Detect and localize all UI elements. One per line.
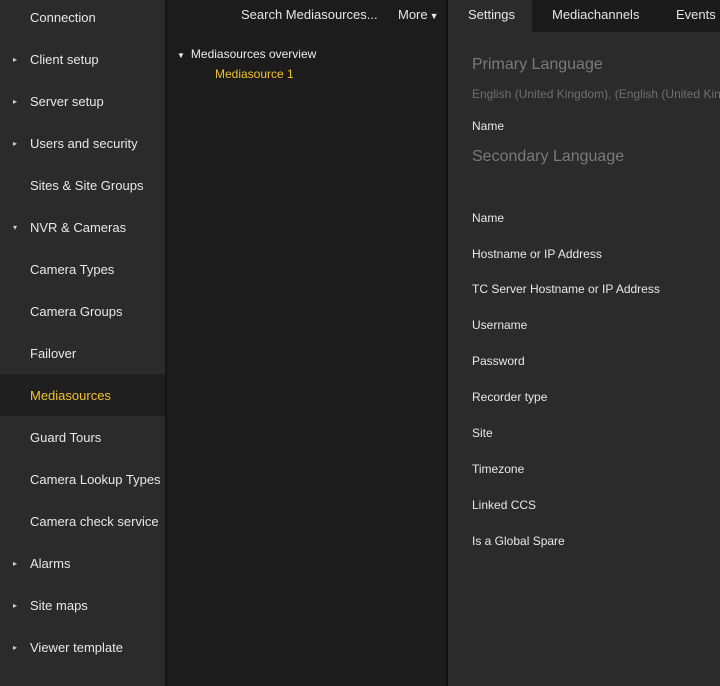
sidebar-item-camera-groups[interactable]: Camera Groups [0,290,165,332]
sidebar-item-label: Connection [30,9,96,25]
sidebar-item-label: Sites & Site Groups [30,177,144,193]
sidebar-item-label: Camera Lookup Types [30,471,161,487]
field-label-username: Username [472,318,528,332]
expand-arrow-icon: ▸ [13,96,18,106]
sidebar-item-nvr-and-cameras[interactable]: ▾ NVR & Cameras [0,206,165,248]
mediasources-tree-panel: Search Mediasources... More ▼ ▼ Mediasourc… [167,0,448,686]
sidebar-item-label: Guard Tours [30,429,102,445]
search-mediasources-field[interactable]: Search Mediasources... [241,7,378,22]
sidebar-item-camera-check-service[interactable]: Camera check service [0,500,165,542]
sidebar-item-site-maps[interactable]: ▸ Site maps [0,584,165,626]
sidebar-item-label: Alarms [30,555,71,571]
sidebar-item-viewer-template[interactable]: ▸ Viewer template [0,626,165,668]
sidebar-item-guard-tours[interactable]: Guard Tours [0,416,165,458]
sidebar-item-label: Viewer template [30,639,123,655]
sidebar-item-label: Server setup [30,93,104,109]
more-dropdown-button[interactable]: More ▼ [398,7,439,22]
sidebar-item-sites-and-site-groups[interactable]: Sites & Site Groups [0,164,165,206]
sidebar-item-label: Users and security [30,135,138,151]
sidebar-item-label: Mediasources [30,387,111,403]
field-label-timezone: Timezone [472,462,525,476]
sidebar-item-label: Camera Types [30,261,115,277]
field-label-site: Site [472,426,493,440]
expand-arrow-icon: ▸ [13,54,18,64]
sidebar-item-camera-types[interactable]: Camera Types [0,248,165,290]
sidebar-item-client-setup[interactable]: ▸ Client setup [0,38,165,80]
primary-language-value: English (United Kingdom), (English (Unit… [472,87,720,101]
chevron-down-icon: ▼ [429,11,439,21]
field-label-linked-ccs: Linked CCS [472,498,537,512]
more-button-label: More [398,7,428,22]
sidebar-item-label: Site maps [30,597,88,613]
field-label-tc-server-hostname: TC Server Hostname or IP Address [472,282,660,296]
collapse-arrow-icon: ▾ [13,222,18,232]
expand-arrow-icon: ▸ [13,138,18,148]
tab-settings[interactable]: Settings [448,0,532,32]
field-label-password: Password [472,354,525,368]
tab-mediachannels[interactable]: Mediachannels [552,0,639,32]
tab-events[interactable]: Events [676,0,716,32]
collapse-arrow-icon: ▼ [177,51,185,60]
tab-bar: Settings Mediachannels Events [448,0,720,32]
sidebar-item-camera-lookup-types[interactable]: Camera Lookup Types [0,458,165,500]
sidebar-item-alarms[interactable]: ▸ Alarms [0,542,165,584]
sidebar-item-label: Client setup [30,51,99,67]
tab-label: Settings [468,7,515,22]
expand-arrow-icon: ▸ [13,600,18,610]
sidebar-item-label: Camera check service [30,513,159,529]
field-label-name: Name [472,211,505,225]
expand-arrow-icon: ▸ [13,558,18,568]
sidebar: Connection ▸ Client setup ▸ Server setup… [0,0,167,686]
expand-arrow-icon: ▸ [13,642,18,652]
sidebar-item-label: NVR & Cameras [30,219,127,235]
primary-language-heading: Primary Language [472,56,603,73]
field-label-global-spare: Is a Global Spare [472,534,565,548]
sidebar-item-label: Camera Groups [30,303,123,319]
sidebar-item-server-setup[interactable]: ▸ Server setup [0,80,165,122]
sidebar-item-users-and-security[interactable]: ▸ Users and security [0,122,165,164]
field-label-recorder-type: Recorder type [472,390,548,404]
tree-node-mediasources-overview[interactable]: ▼ Mediasources overview [177,47,316,61]
tree-node-label: Mediasources overview [190,47,317,61]
primary-name-label: Name [472,119,505,133]
field-label-hostname: Hostname or IP Address [472,247,602,261]
secondary-language-heading: Secondary Language [472,148,625,165]
sidebar-item-connection[interactable]: Connection [0,0,165,38]
details-panel: Settings Mediachannels Events Primary La… [448,0,720,686]
tree-node-mediasource-1[interactable]: Mediasource 1 [215,67,294,81]
sidebar-item-label: Failover [30,345,77,361]
sidebar-item-failover[interactable]: Failover [0,332,165,374]
sidebar-item-mediasources[interactable]: Mediasources [0,374,165,416]
